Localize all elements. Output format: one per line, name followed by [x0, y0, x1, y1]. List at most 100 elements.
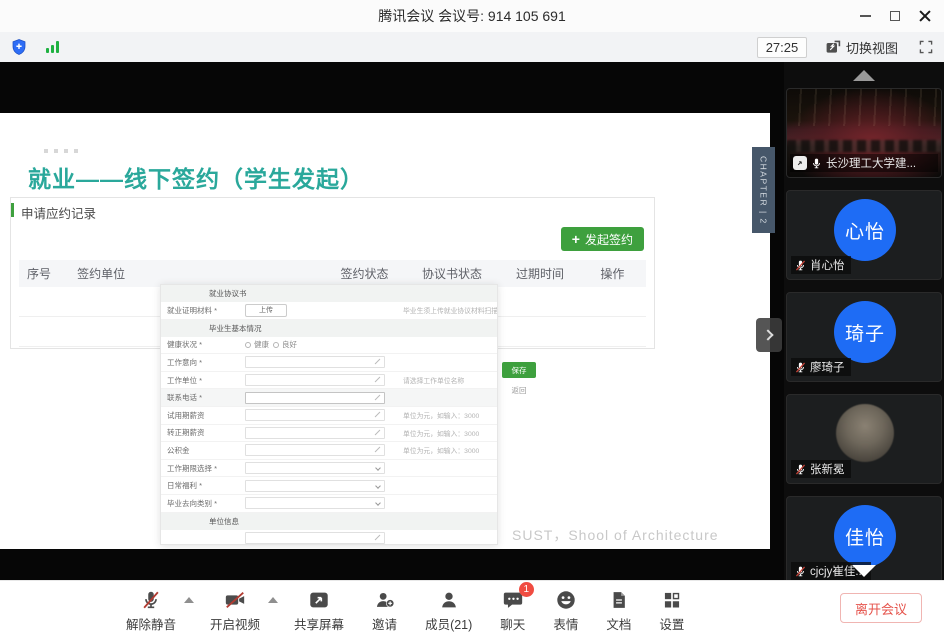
participant-name-label: 长沙理工大学建... — [790, 154, 938, 172]
chat-badge: 1 — [519, 582, 534, 597]
minimize-icon — [860, 15, 871, 17]
close-button[interactable] — [910, 2, 940, 30]
form-field-row: 健康状况 *健康良好 — [161, 337, 497, 355]
minimize-button[interactable] — [850, 2, 880, 30]
form-section-header: 就业协议书 — [161, 285, 497, 302]
radio-option[interactable]: 健康 — [245, 339, 269, 350]
participant-name: 张新冕 — [810, 461, 845, 477]
invite-icon — [373, 588, 397, 612]
fullscreen-icon[interactable] — [918, 39, 934, 55]
form-section-header: 毕业生基本情况 — [161, 320, 497, 337]
avatar: 心怡 — [834, 199, 896, 261]
start-sign-button[interactable]: + 发起签约 — [561, 227, 644, 251]
presentation-slide: 就业——线下签约（学生发起） 申请应约记录 + 发起签约 序号签约单位签约状态协… — [0, 113, 770, 549]
toolbar-invite-button[interactable]: 邀请 — [358, 583, 411, 633]
meeting-toolbar: 27:25 切换视图 — [0, 32, 944, 62]
title-bar: 腾讯会议 会议号: 914 105 691 — [0, 0, 944, 32]
toolbar-item-label: 聊天 — [500, 614, 525, 633]
next-page-button[interactable] — [756, 318, 782, 352]
panel-accent-bar — [11, 203, 14, 217]
save-button[interactable]: 保存 — [502, 362, 536, 378]
form-input[interactable] — [245, 356, 385, 368]
switch-view-label: 切换视图 — [846, 38, 898, 57]
form-select[interactable] — [245, 462, 385, 474]
form-select[interactable] — [245, 497, 385, 509]
chevron-down-icon — [375, 500, 381, 506]
participant-tile[interactable]: 琦子廖琦子 — [786, 292, 942, 382]
toolbar-item-label: 成员(21) — [425, 614, 472, 633]
toolbar-members-button[interactable]: 成员(21) — [411, 583, 486, 633]
toolbar-start-video-button[interactable]: 开启视频 — [196, 583, 274, 633]
toolbar-chat-button[interactable]: 1 聊天 — [486, 583, 539, 633]
table-header-cell: 签约状态 — [332, 265, 414, 282]
mic-muted-icon — [794, 259, 807, 272]
chapter-tab: CHAPTER | 2 — [752, 147, 775, 233]
form-field-label: 就业证明材料 * — [161, 305, 245, 316]
form-input[interactable] — [245, 427, 385, 439]
form-input[interactable] — [245, 409, 385, 421]
participant-name-label: 张新冕 — [791, 460, 851, 478]
form-field-label: 工作单位 * — [161, 375, 245, 386]
toolbar-docs-button[interactable]: 文档 — [592, 583, 645, 633]
window-title: 腾讯会议 会议号: 914 105 691 — [0, 6, 944, 26]
form-field-row: 试用期薪资单位为元，如输入：3000 — [161, 407, 497, 425]
maximize-icon — [890, 11, 900, 21]
form-side-actions: 保存 返回 — [502, 362, 536, 396]
toolbar-item-label: 设置 — [659, 614, 684, 633]
chevron-down-icon — [375, 465, 381, 471]
participant-name: 长沙理工大学建... — [826, 155, 916, 171]
toolbar-unmute-button[interactable]: 解除静音 — [112, 583, 190, 633]
participant-name: 肖心怡 — [810, 257, 845, 273]
form-field-row: 公积金单位为元，如输入：3000 — [161, 442, 497, 460]
form-input[interactable] — [245, 392, 385, 404]
form-field-row: 日常福利 * — [161, 477, 497, 495]
participant-tile[interactable]: 长沙理工大学建... — [786, 88, 942, 178]
sign-form-dialog: 就业协议书就业证明材料 *上传毕业生须上传就业协议材料扫描件毕业生基本情况健康状… — [160, 284, 498, 545]
form-field-label: 日常福利 * — [161, 480, 245, 491]
leave-meeting-button[interactable]: 离开会议 — [840, 593, 922, 623]
avatar: 佳怡 — [834, 505, 896, 567]
table-header-cell: 过期时间 — [508, 265, 571, 282]
switch-view-button[interactable]: 切换视图 — [825, 38, 898, 57]
switch-view-icon — [825, 39, 841, 55]
form-field-label: 健康状况 * — [161, 339, 245, 350]
form-input[interactable] — [245, 532, 385, 544]
toolbar-emoji-button[interactable]: 表情 — [539, 583, 592, 633]
security-shield-icon[interactable] — [10, 38, 28, 56]
radio-option[interactable]: 良好 — [273, 339, 297, 350]
close-icon — [919, 10, 931, 22]
shared-screen-area: 就业——线下签约（学生发起） 申请应约记录 + 发起签约 序号签约单位签约状态协… — [0, 62, 784, 580]
form-select[interactable] — [245, 480, 385, 492]
radio-circle-icon — [273, 342, 279, 348]
form-field-row: 毕业去向类别 * — [161, 495, 497, 513]
edit-pencil-icon — [375, 430, 381, 436]
scroll-up-icon[interactable] — [853, 70, 875, 81]
participant-tile[interactable]: 心怡肖心怡 — [786, 190, 942, 280]
meeting-timer: 27:25 — [757, 37, 807, 58]
table-header-cell: 序号 — [19, 265, 69, 282]
back-link[interactable]: 返回 — [512, 385, 527, 396]
radio-circle-icon — [245, 342, 251, 348]
plus-icon: + — [572, 232, 580, 246]
edit-pencil-icon — [375, 447, 381, 453]
edit-pencil-icon — [375, 359, 381, 365]
maximize-button[interactable] — [880, 2, 910, 30]
form-field-row — [161, 530, 497, 545]
form-field-hint: 单位为元，如输入：3000 — [403, 428, 497, 438]
camera-off-icon — [223, 588, 247, 612]
network-signal-icon[interactable] — [46, 41, 59, 53]
form-field-hint: 毕业生须上传就业协议材料扫描件 — [403, 305, 497, 315]
toolbar-share-screen-button[interactable]: 共享屏幕 — [280, 583, 358, 633]
scroll-down-icon[interactable] — [852, 565, 876, 577]
form-input[interactable] — [245, 374, 385, 386]
table-header-cell: 签约单位 — [69, 265, 332, 282]
form-input[interactable] — [245, 444, 385, 456]
toolbar-item-label: 共享屏幕 — [294, 614, 344, 633]
slide-footer-text: SUST，Shool of Architecture — [512, 525, 719, 545]
toolbar-settings-button[interactable]: 设置 — [645, 583, 698, 633]
upload-button[interactable]: 上传 — [245, 304, 287, 317]
participants-sidebar: 长沙理工大学建...心怡肖心怡琦子廖琦子张新冕佳怡cjcjy崔佳... — [784, 62, 944, 580]
edit-pencil-icon — [375, 534, 381, 540]
participant-tile[interactable]: 张新冕 — [786, 394, 942, 484]
toolbar-item-label: 文档 — [606, 614, 631, 633]
